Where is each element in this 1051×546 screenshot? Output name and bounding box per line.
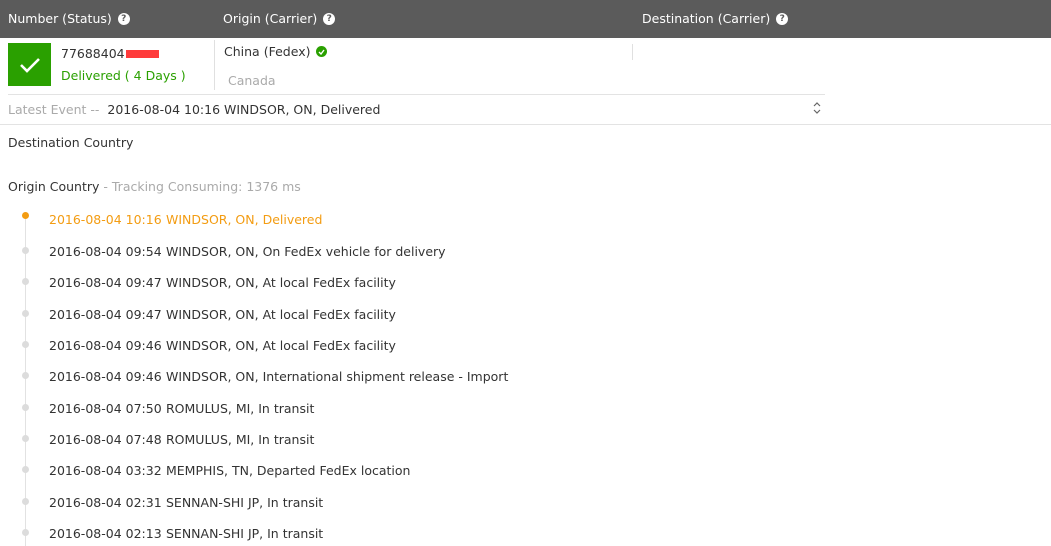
col-origin-carrier: Origin (Carrier) ? xyxy=(223,11,336,26)
event-desc: WINDSOR, ON, International shipment rele… xyxy=(166,369,509,384)
checkmark-icon xyxy=(19,57,40,73)
destination-country: Canada xyxy=(228,73,276,88)
carrier-name: (Fedex) xyxy=(263,44,311,59)
event-time: 2016-08-04 07:50 xyxy=(49,401,162,416)
event-time: 2016-08-04 09:47 xyxy=(49,275,162,290)
origin-carrier: China (Fedex) xyxy=(224,44,328,59)
timeline-dot xyxy=(22,310,29,317)
timeline-dot xyxy=(22,404,29,411)
expand-toggle-icon[interactable] xyxy=(813,102,821,117)
timeline-event: 2016-08-04 09:47 WINDSOR, ON, At local F… xyxy=(49,275,396,290)
col-number-label: Number (Status) xyxy=(8,11,112,26)
help-icon[interactable]: ? xyxy=(776,12,789,25)
event-time: 2016-08-04 10:16 xyxy=(49,212,162,227)
help-icon[interactable]: ? xyxy=(323,12,336,25)
timeline-event: 2016-08-04 03:32 MEMPHIS, TN, Departed F… xyxy=(49,463,410,478)
timeline-event: 2016-08-04 09:46 WINDSOR, ON, At local F… xyxy=(49,338,396,353)
event-time: 2016-08-04 09:54 xyxy=(49,244,162,259)
origin-country-label: Origin Country xyxy=(8,179,100,194)
timeline-event: 2016-08-04 10:16 WINDSOR, ON, Delivered xyxy=(49,212,322,227)
status-text: Delivered ( 4 Days ) xyxy=(61,68,186,83)
timeline-dot xyxy=(22,498,29,505)
event-desc: WINDSOR, ON, On FedEx vehicle for delive… xyxy=(166,244,446,259)
redaction-bar xyxy=(125,49,159,58)
event-desc: MEMPHIS, TN, Departed FedEx location xyxy=(166,463,411,478)
timeline-dot xyxy=(22,435,29,442)
delivered-status-icon xyxy=(8,43,51,86)
help-icon[interactable]: ? xyxy=(117,12,130,25)
divider xyxy=(214,40,215,90)
latest-event: Latest Event -- 2016-08-04 10:16 WINDSOR… xyxy=(8,102,380,117)
event-desc: WINDSOR, ON, Delivered xyxy=(166,212,323,227)
event-time: 2016-08-04 03:32 xyxy=(49,463,162,478)
latest-event-label: Latest Event -- xyxy=(8,102,100,117)
event-time: 2016-08-04 07:48 xyxy=(49,432,162,447)
event-desc: ROMULUS, MI, In transit xyxy=(166,401,315,416)
timeline-dot xyxy=(22,466,29,473)
origin-country: China xyxy=(224,44,260,59)
timeline-event: 2016-08-04 07:50 ROMULUS, MI, In transit xyxy=(49,401,314,416)
timeline-event: 2016-08-04 02:31 SENNAN-SHI JP, In trans… xyxy=(49,495,323,510)
event-time: 2016-08-04 02:31 xyxy=(49,495,162,510)
timeline-dot xyxy=(22,529,29,536)
event-desc: WINDSOR, ON, At local FedEx facility xyxy=(166,338,396,353)
tracking-number-text: 77688404 xyxy=(61,46,125,61)
tracking-number[interactable]: 77688404 xyxy=(61,46,159,61)
divider xyxy=(632,44,633,60)
table-header: Number (Status) ? Origin (Carrier) ? Des… xyxy=(0,0,1051,38)
timeline-dot-active xyxy=(22,212,29,219)
timeline-dot xyxy=(22,372,29,379)
timeline-event: 2016-08-04 09:47 WINDSOR, ON, At local F… xyxy=(49,307,396,322)
event-desc: SENNAN-SHI JP, In transit xyxy=(166,526,324,541)
origin-country-title: Origin Country - Tracking Consuming: 137… xyxy=(8,179,301,194)
event-time: 2016-08-04 09:46 xyxy=(49,369,162,384)
col-origin-label: Origin (Carrier) xyxy=(223,11,318,26)
event-desc: SENNAN-SHI JP, In transit xyxy=(166,495,324,510)
event-desc: WINDSOR, ON, At local FedEx facility xyxy=(166,307,396,322)
divider xyxy=(8,94,825,95)
timeline-event: 2016-08-04 09:54 WINDSOR, ON, On FedEx v… xyxy=(49,244,446,259)
timeline-dot xyxy=(22,278,29,285)
timeline-line xyxy=(25,216,26,546)
timeline-event: 2016-08-04 07:48 ROMULUS, MI, In transit xyxy=(49,432,314,447)
event-time: 2016-08-04 02:13 xyxy=(49,526,162,541)
event-time: 2016-08-04 09:47 xyxy=(49,307,162,322)
col-destination-label: Destination (Carrier) xyxy=(642,11,771,26)
timeline-dot xyxy=(22,341,29,348)
col-number-status: Number (Status) ? xyxy=(8,11,130,26)
event-time: 2016-08-04 09:46 xyxy=(49,338,162,353)
divider xyxy=(0,124,1051,125)
timeline-dot xyxy=(22,247,29,254)
latest-event-text: 2016-08-04 10:16 WINDSOR, ON, Delivered xyxy=(107,102,381,117)
event-desc: ROMULUS, MI, In transit xyxy=(166,432,315,447)
destination-country-title: Destination Country xyxy=(8,135,134,150)
event-desc: WINDSOR, ON, At local FedEx facility xyxy=(166,275,396,290)
col-destination-carrier: Destination (Carrier) ? xyxy=(642,11,789,26)
timeline-event: 2016-08-04 09:46 WINDSOR, ON, Internatio… xyxy=(49,369,508,384)
tracking-consuming: - Tracking Consuming: 1376 ms xyxy=(99,179,301,194)
verified-check-icon xyxy=(316,46,328,57)
timeline-event: 2016-08-04 02:13 SENNAN-SHI JP, In trans… xyxy=(49,526,323,541)
